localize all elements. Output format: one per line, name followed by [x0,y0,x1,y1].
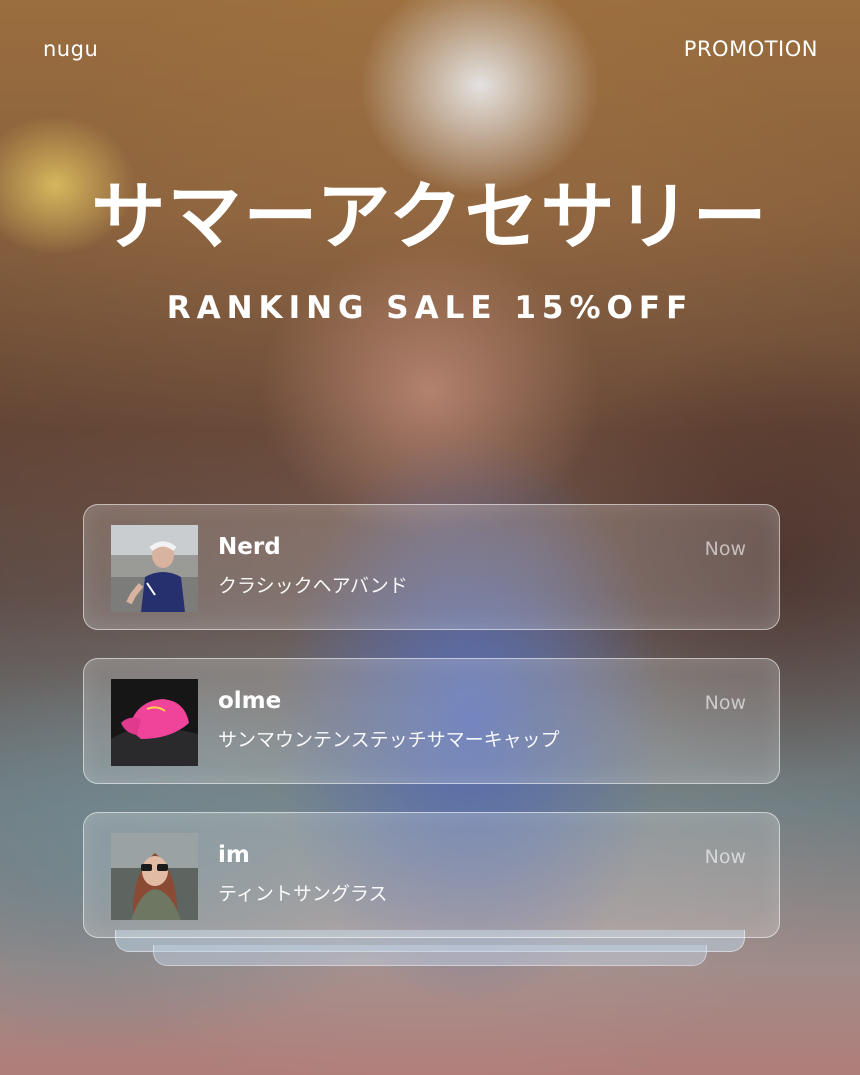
notification-subtitle: ティントサングラス [218,883,388,905]
person-sunglasses-photo-icon [111,833,198,920]
notification-subtitle: サンマウンテンステッチサマーキャップ [218,729,560,751]
notification-time: Now [704,538,746,560]
notification-title: im [218,842,250,868]
notification-card[interactable]: Nerd クラシックヘアバンド Now [83,504,780,630]
pink-cap-photo-icon [111,679,198,766]
notification-time: Now [704,846,746,868]
notification-stack-layer [153,945,707,966]
brand-name: nugu [43,37,99,61]
person-headband-photo-icon [111,525,198,612]
promotion-label: PROMOTION [683,37,818,61]
hero-title: サマーアクセサリー [91,174,769,260]
notification-title: olme [218,688,282,714]
notification-subtitle: クラシックヘアバンド [218,575,408,597]
notification-card[interactable]: olme サンマウンテンステッチサマーキャップ Now [83,658,780,784]
notification-title: Nerd [218,534,281,560]
notification-card[interactable]: im ティントサングラス Now [83,812,780,938]
hero-subtitle: RANKING SALE 15%OFF [166,290,694,326]
notification-time: Now [704,692,746,714]
